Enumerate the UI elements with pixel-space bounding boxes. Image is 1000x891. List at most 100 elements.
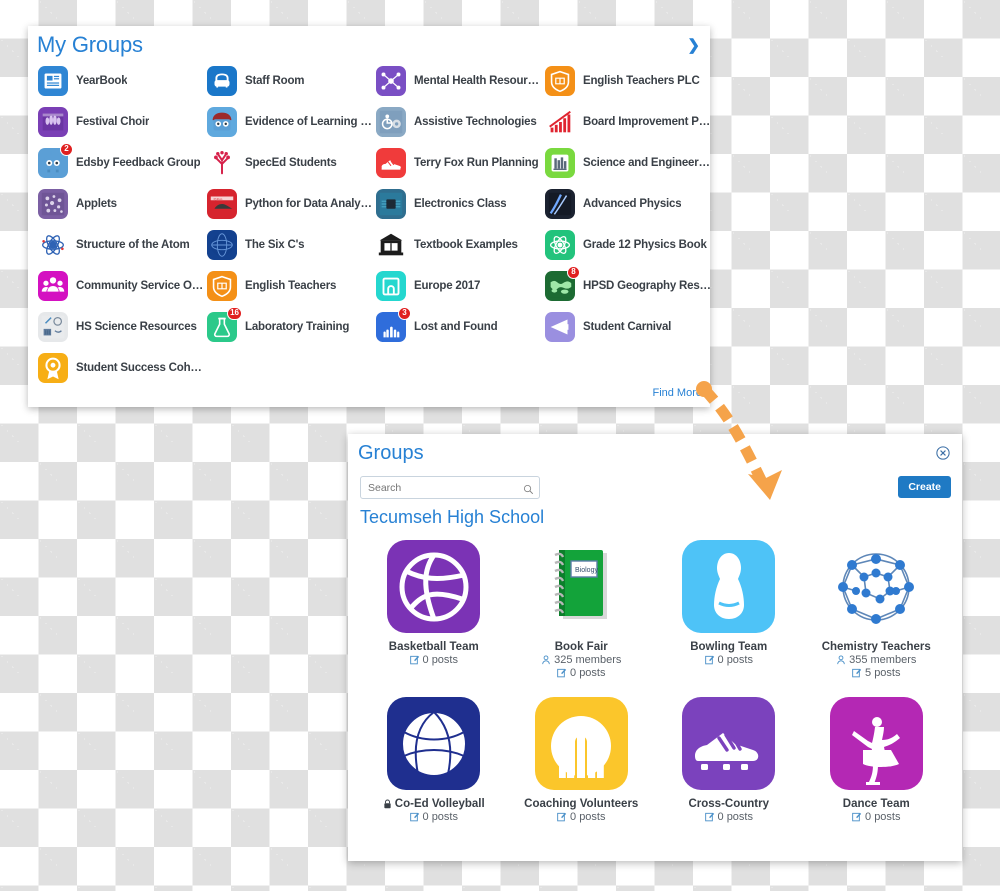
- my-group-item[interactable]: 3 Lost and Found: [374, 306, 543, 347]
- award-ribbon-icon: [38, 352, 68, 383]
- group-card-title-row: Cross-Country: [688, 798, 769, 810]
- bar-chart-up-icon: [545, 107, 575, 137]
- my-group-icon-wrap: [545, 188, 575, 219]
- group-card-title: Dance Team: [842, 798, 910, 810]
- group-card-posts-text: 0 posts: [570, 667, 606, 679]
- group-card-posts: 0 posts: [704, 811, 753, 823]
- search-input[interactable]: [366, 480, 523, 495]
- group-card-posts-text: 5 posts: [865, 667, 901, 679]
- running-shoe-icon: [376, 147, 406, 178]
- circuit-board-icon: [376, 188, 406, 219]
- my-group-icon-wrap: Python: [207, 188, 237, 219]
- my-group-label: Student Success Cohort: [76, 361, 205, 374]
- my-group-item[interactable]: 16 Laboratory Training: [205, 306, 374, 347]
- my-group-item[interactable]: Terry Fox Run Planning: [374, 142, 543, 183]
- my-group-label: Textbook Examples: [414, 238, 518, 251]
- green-notebook-icon: Biology: [535, 540, 628, 633]
- my-group-item[interactable]: Applets: [36, 183, 205, 224]
- my-group-item[interactable]: Textbook Examples: [374, 224, 543, 265]
- my-group-label: Community Service Opps: [76, 279, 205, 292]
- my-group-item[interactable]: The Six C's: [205, 224, 374, 265]
- group-card[interactable]: Dance Team 0 posts: [803, 697, 951, 823]
- my-group-label: Europe 2017: [414, 279, 481, 292]
- group-card-title-row: Basketball Team: [389, 641, 479, 653]
- my-group-item[interactable]: Assistive Technologies: [374, 101, 543, 142]
- page-title: My Groups: [37, 32, 143, 57]
- group-card[interactable]: Bowling Team 0 posts: [655, 540, 803, 679]
- my-group-item[interactable]: English Teachers: [205, 265, 374, 306]
- group-card[interactable]: Cross-Country 0 posts: [655, 697, 803, 823]
- my-group-icon-wrap: [545, 65, 575, 96]
- create-button[interactable]: Create: [898, 476, 951, 498]
- post-edit-icon: [557, 812, 567, 822]
- my-group-label: Structure of the Atom: [76, 238, 190, 251]
- my-group-icon-wrap: [376, 188, 406, 219]
- notification-badge: 3: [398, 306, 411, 320]
- my-group-item[interactable]: Board Improvement Plan: [543, 101, 712, 142]
- group-card[interactable]: Co-Ed Volleyball 0 posts: [360, 697, 508, 823]
- my-group-label: Mental Health Resources: [414, 74, 543, 87]
- my-group-item[interactable]: Festival Choir: [36, 101, 205, 142]
- my-group-item[interactable]: Grade 12 Physics Book: [543, 224, 712, 265]
- newspaper-icon: [38, 65, 68, 96]
- my-group-item[interactable]: Electronics Class: [374, 183, 543, 224]
- my-group-item[interactable]: English Teachers PLC: [543, 60, 712, 101]
- post-edit-icon: [704, 655, 715, 665]
- my-group-item[interactable]: YearBook: [36, 60, 205, 101]
- my-group-icon-wrap: [38, 270, 68, 301]
- search-box[interactable]: [360, 476, 540, 499]
- group-card-posts: 0 posts: [557, 667, 605, 679]
- my-group-item[interactable]: Evidence of Learning (P...: [205, 101, 374, 142]
- chevron-right-icon[interactable]: ❯: [687, 38, 700, 53]
- bowling-pin-icon: [682, 540, 776, 633]
- my-group-item[interactable]: Science and Engineering: [543, 142, 712, 183]
- network-nodes-icon: [376, 65, 406, 96]
- my-group-item[interactable]: SpecEd Students: [205, 142, 374, 183]
- my-group-icon-wrap: [38, 106, 68, 137]
- group-card[interactable]: Basketball Team 0 posts: [360, 540, 508, 679]
- shield-book-icon: [545, 65, 575, 96]
- my-group-item[interactable]: Student Carnival: [543, 306, 712, 347]
- atom-green-icon: [545, 229, 575, 260]
- my-group-item[interactable]: Staff Room: [205, 60, 374, 101]
- my-group-label: Staff Room: [245, 74, 305, 87]
- my-group-item[interactable]: Student Success Cohort: [36, 347, 205, 388]
- group-card-posts: 0 posts: [409, 811, 458, 823]
- group-card-posts-text: 0 posts: [570, 811, 606, 823]
- my-group-icon-wrap: 16: [207, 306, 242, 342]
- group-cards-grid: Basketball Team 0 posts Biology Book Fair 32…: [360, 540, 950, 823]
- my-group-icon-wrap: [376, 230, 406, 260]
- find-more-link[interactable]: Find More: [652, 387, 702, 399]
- my-group-item[interactable]: Europe 2017: [374, 265, 543, 306]
- molecule-icon: [830, 540, 923, 633]
- my-group-label: Edsby Feedback Group: [76, 156, 201, 169]
- post-edit-icon: [704, 812, 715, 822]
- my-group-icon-wrap: [207, 65, 237, 96]
- my-group-label: Terry Fox Run Planning: [414, 156, 539, 169]
- my-group-item[interactable]: 8 HPSD Geography Reso...: [543, 265, 712, 306]
- group-card-members-text: 355 members: [849, 654, 917, 666]
- my-group-item[interactable]: HS Science Resources: [36, 306, 205, 347]
- lock-icon: [383, 799, 392, 809]
- svg-text:Biology: Biology: [575, 567, 598, 574]
- cleat-shoe-icon: [682, 697, 776, 790]
- person-icon: [541, 655, 551, 665]
- my-group-label: HPSD Geography Reso...: [583, 279, 712, 292]
- my-group-item[interactable]: Structure of the Atom: [36, 224, 205, 265]
- my-group-item[interactable]: Python Python for Data Analysis: [205, 183, 374, 224]
- my-group-item[interactable]: Mental Health Resources: [374, 60, 543, 101]
- choir-photo-icon: [38, 106, 68, 137]
- group-card[interactable]: Biology Book Fair 325 members 0 posts: [508, 540, 656, 679]
- ballerina-icon: [829, 697, 923, 790]
- group-card[interactable]: Coaching Volunteers 0 posts: [508, 697, 656, 823]
- group-card[interactable]: Chemistry Teachers 355 members 5 posts: [803, 540, 951, 679]
- my-group-icon-wrap: [38, 65, 68, 96]
- my-group-item[interactable]: 2 Edsby Feedback Group: [36, 142, 205, 183]
- close-circle-icon[interactable]: [936, 446, 950, 460]
- my-group-item[interactable]: Community Service Opps: [36, 265, 205, 306]
- group-card-members: 355 members: [836, 654, 916, 666]
- my-group-item[interactable]: Advanced Physics: [543, 183, 712, 224]
- library-book-icon: [376, 230, 406, 260]
- armchair-icon: [207, 65, 237, 96]
- raised-hands-icon: [534, 697, 628, 790]
